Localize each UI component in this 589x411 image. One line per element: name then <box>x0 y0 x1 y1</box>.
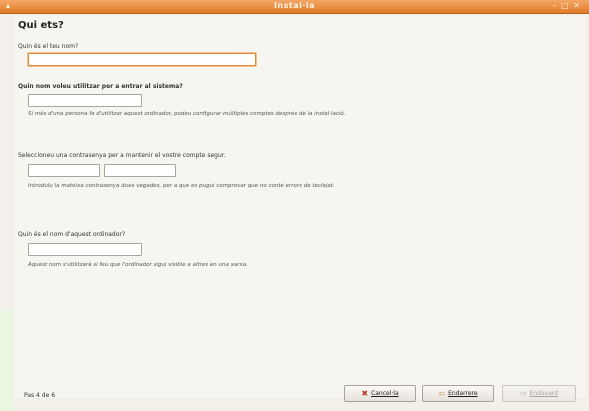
back-label: Endarrere <box>448 390 478 397</box>
window-title: Instal·la <box>273 1 316 10</box>
cancel-label: Cancel·la <box>371 390 399 397</box>
step-indicator: Pas 4 de 6 <box>24 392 56 399</box>
login-label: Quin nom voleu utilitzar per a entrar al… <box>18 83 183 90</box>
side-stripe <box>0 310 14 411</box>
forward-arrow-icon: ⇨ <box>519 388 527 398</box>
login-field[interactable] <box>28 94 142 107</box>
cancel-icon: ✖ <box>361 388 369 398</box>
password-label: Seleccioneu una contrasenya per a manten… <box>18 152 226 159</box>
password-field[interactable] <box>28 164 100 177</box>
full-name-label: Quin és el teu nom? <box>18 43 79 50</box>
hostname-label: Quin és el nom d'aquest ordinador? <box>18 231 126 238</box>
cancel-button[interactable]: ✖ Cancel·la <box>344 385 416 402</box>
back-button[interactable]: ⇦ Endarrere <box>422 385 494 402</box>
window-controls[interactable]: – □ ✕ <box>553 1 581 10</box>
page-title: Qui ets? <box>18 20 64 31</box>
forward-button[interactable]: ⇨ Endavant <box>502 385 576 402</box>
hostname-hint: Aquest nom s'utilitzarà si feu que l'ord… <box>28 262 248 268</box>
full-name-field[interactable] <box>28 53 256 66</box>
forward-label: Endavant <box>529 390 559 397</box>
password-hint: Introduïu la mateixa contrasenya dues ve… <box>28 183 335 189</box>
installer-panel: Qui ets? Quin és el teu nom? Quin nom vo… <box>14 16 586 402</box>
login-hint: Si més d'una persona fa d'utilitzar aque… <box>28 111 346 117</box>
back-arrow-icon: ⇦ <box>438 388 446 398</box>
window-titlebar: ▴ Instal·la – □ ✕ <box>0 0 589 14</box>
password-confirm-field[interactable] <box>104 164 176 177</box>
hostname-field[interactable] <box>28 243 142 256</box>
